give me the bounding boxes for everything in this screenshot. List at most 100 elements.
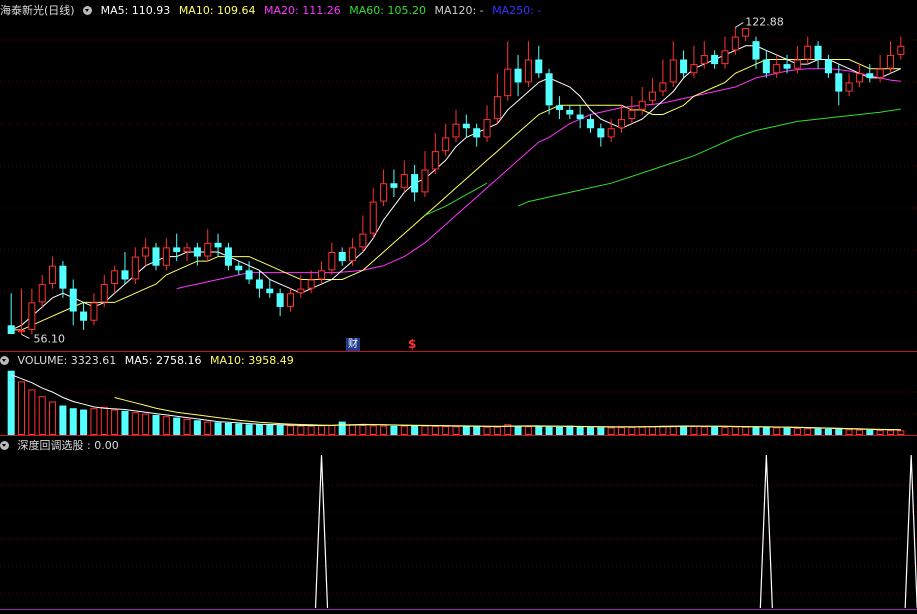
candle-body <box>152 247 160 266</box>
indicator-header: 深度回调选股 : 0.00 <box>0 438 124 454</box>
volume-bar <box>318 425 326 435</box>
candle-body <box>545 73 553 106</box>
candle-body <box>555 105 563 110</box>
candle-body <box>742 28 750 37</box>
volume-panel-menu-icon[interactable] <box>0 356 9 365</box>
volume-bar <box>121 410 129 435</box>
candle-body <box>328 251 336 271</box>
volume-bar <box>328 425 336 436</box>
candle-body <box>452 123 460 138</box>
ma10-line <box>11 59 901 331</box>
candle-body <box>597 128 605 138</box>
candle <box>100 274 108 307</box>
candle-body <box>183 247 191 252</box>
candle-body <box>618 119 626 129</box>
volume-bar <box>700 426 708 436</box>
candle-body <box>638 100 646 110</box>
candle <box>142 238 150 266</box>
candle-body <box>659 82 667 92</box>
volume-bar <box>680 425 688 435</box>
ma20-label: MA20: 111.26 <box>264 4 341 17</box>
candle-body <box>804 45 812 60</box>
volume-bar <box>111 409 119 436</box>
volume-bar <box>555 426 563 435</box>
volume-bar <box>711 426 719 435</box>
volume-bar <box>131 412 139 436</box>
candle <box>411 164 419 202</box>
candle-body <box>866 73 874 78</box>
candle <box>628 96 636 124</box>
candle-body <box>783 64 791 69</box>
candle <box>866 64 874 83</box>
volume-bar <box>690 426 698 436</box>
candle-body <box>276 293 284 307</box>
candle-body <box>762 59 770 74</box>
candle <box>328 242 336 275</box>
candle <box>473 123 481 147</box>
volume-bar <box>576 426 584 435</box>
volume-bar <box>783 427 791 435</box>
volume-bar <box>266 424 274 435</box>
candle-body <box>628 109 636 120</box>
candle <box>442 123 450 156</box>
candle-body <box>411 174 419 193</box>
stock-title[interactable]: 海泰新光(日线) <box>0 4 75 17</box>
indicator-lines <box>314 454 917 609</box>
candle <box>618 105 626 133</box>
candle <box>690 45 698 78</box>
candle-body <box>111 270 119 285</box>
volume-bar <box>752 426 760 435</box>
volume-bar <box>38 396 46 436</box>
dividend-marker[interactable]: $ <box>408 337 416 351</box>
candle-body <box>286 293 294 307</box>
volume-bar <box>380 425 388 435</box>
candle <box>762 50 770 78</box>
candle <box>566 105 574 120</box>
volume-bar <box>483 426 491 435</box>
volume-bar <box>514 425 522 435</box>
candle <box>204 229 212 262</box>
candle-body <box>59 265 67 289</box>
candle <box>7 293 15 334</box>
candle-body <box>100 284 108 303</box>
candle-body <box>204 242 212 257</box>
candle-body <box>369 201 377 234</box>
separator-top <box>0 351 917 352</box>
candle <box>235 261 243 275</box>
candle <box>680 50 688 78</box>
candle-body <box>442 137 450 152</box>
ma20-line <box>176 68 901 290</box>
indicator-panel-menu-icon[interactable] <box>0 441 9 450</box>
candle <box>824 54 832 78</box>
candle <box>597 123 605 147</box>
volume-bar <box>142 413 150 435</box>
volume-bar <box>276 425 284 435</box>
volume-bar <box>49 401 57 435</box>
low-price-label: 56.10 <box>34 332 66 345</box>
candle-body <box>69 288 77 312</box>
candle <box>390 169 398 197</box>
candle-body <box>483 119 491 138</box>
candle-body <box>814 45 822 60</box>
volume-bar <box>586 427 594 435</box>
ma60-label: MA60: 105.20 <box>349 4 426 17</box>
candle-body <box>886 54 894 69</box>
candle <box>504 41 512 101</box>
candle <box>659 59 667 97</box>
price-header: 海泰新光(日线) MA5: 110.93 MA10: 109.64 MA20: … <box>0 3 546 19</box>
candle <box>80 302 88 330</box>
candle <box>886 41 894 74</box>
candle-body <box>318 270 326 280</box>
volume-bar <box>659 426 667 436</box>
volume-bar <box>28 389 36 436</box>
volume-label: VOLUME: 3323.61 <box>17 354 117 367</box>
candle-body <box>359 233 367 248</box>
candle-body <box>576 114 584 120</box>
candle-body <box>535 59 543 74</box>
candle-body <box>80 311 88 321</box>
finance-marker[interactable]: 财 <box>346 338 360 351</box>
candle <box>493 73 501 124</box>
candle-body <box>49 265 57 285</box>
volume-bar <box>628 426 636 435</box>
price-panel-menu-icon[interactable] <box>83 6 93 15</box>
